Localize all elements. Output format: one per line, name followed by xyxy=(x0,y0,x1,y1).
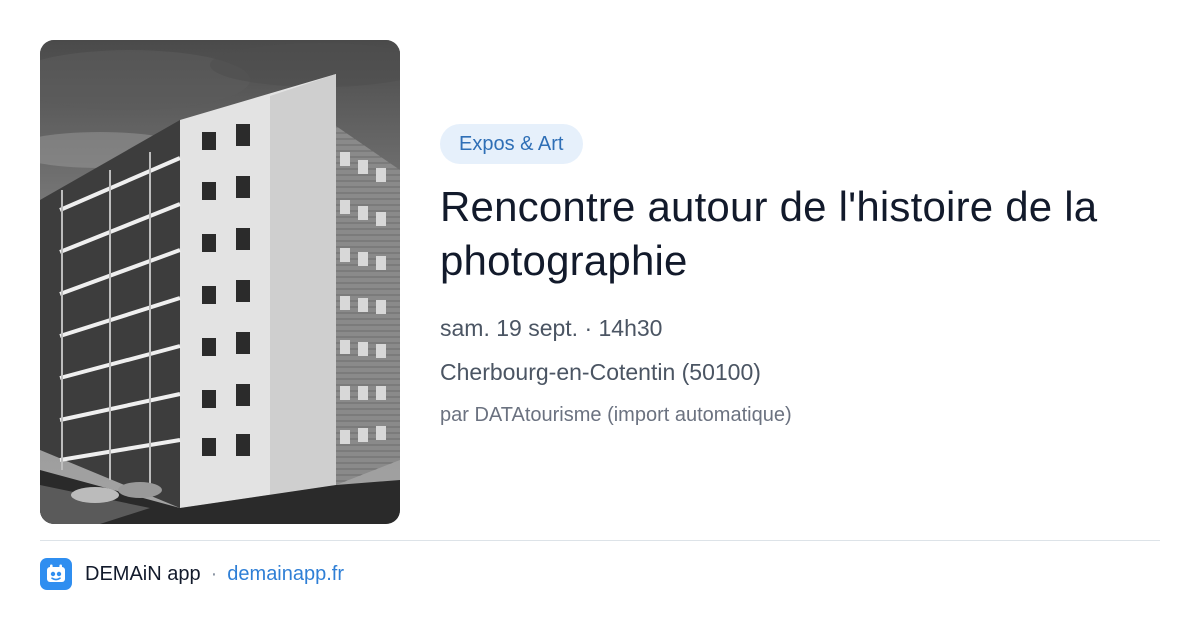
category-badge[interactable]: Expos & Art xyxy=(440,124,583,164)
divider xyxy=(40,540,1160,541)
event-photo xyxy=(40,40,400,524)
footer-separator: · xyxy=(210,562,218,585)
app-domain-link[interactable]: demainapp.fr xyxy=(227,563,344,586)
app-name: DEMAiN app xyxy=(85,562,201,585)
app-logo-icon xyxy=(40,558,72,590)
event-datetime: sam. 19 sept. · 14h30 xyxy=(440,315,663,341)
footer: DEMAiN app · demainapp.fr xyxy=(40,558,344,590)
event-source: par DATAtourisme (import automatique) xyxy=(440,404,792,426)
event-location: Cherbourg-en-Cotentin (50100) xyxy=(440,359,761,385)
event-title: Rencontre autour de l'histoire de la pho… xyxy=(440,183,1098,284)
